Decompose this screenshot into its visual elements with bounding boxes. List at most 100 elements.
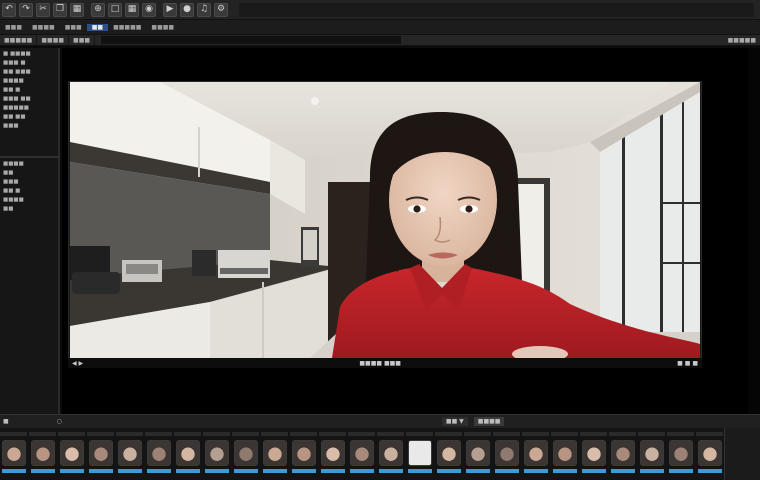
filmstrip-thumb[interactable] bbox=[464, 432, 491, 476]
filmstrip-lock-icon[interactable]: ○ bbox=[57, 418, 62, 425]
panel-row[interactable]: ■■■ bbox=[3, 178, 55, 187]
filmstrip-thumb[interactable] bbox=[232, 432, 259, 476]
thumb-label-bar bbox=[1, 469, 26, 473]
filmstrip-thumb[interactable] bbox=[696, 432, 723, 476]
filmstrip-thumb[interactable] bbox=[0, 432, 27, 476]
filmstrip-side-panel bbox=[724, 428, 760, 480]
panel-row[interactable]: ■■ ■■ bbox=[3, 113, 55, 122]
undo-icon[interactable]: ↶ bbox=[2, 2, 16, 17]
panel-row[interactable]: ■■■■ bbox=[3, 160, 55, 169]
filmstrip-thumb[interactable] bbox=[174, 432, 201, 476]
preview-left-icons[interactable]: ◀ ▶ bbox=[72, 360, 83, 367]
thumb-header bbox=[667, 432, 694, 436]
thumb-header bbox=[348, 432, 375, 436]
grid-icon[interactable]: ▦ bbox=[125, 2, 139, 17]
menu-item-active[interactable]: ■■ bbox=[86, 23, 109, 31]
options-bar: ■■■■■ ■■■■ ■■■ ■■■■■ bbox=[0, 34, 760, 46]
menu-item-edit[interactable]: ■■■■ bbox=[27, 24, 60, 31]
audio-icon[interactable]: ♫ bbox=[197, 2, 211, 17]
thumb-image bbox=[88, 440, 113, 466]
filmstrip-toggle-icon[interactable]: ■ bbox=[3, 418, 9, 425]
filmstrip-thumb[interactable] bbox=[29, 432, 56, 476]
thumb-image bbox=[581, 440, 606, 466]
thumb-label-bar bbox=[436, 469, 461, 473]
thumb-label-bar bbox=[610, 469, 635, 473]
filmstrip-sort-label[interactable]: ■■■■ bbox=[473, 417, 505, 426]
filmstrip-thumb[interactable] bbox=[58, 432, 85, 476]
thumb-image bbox=[378, 440, 403, 466]
thumb-label-bar bbox=[175, 469, 200, 473]
thumb-header bbox=[638, 432, 665, 436]
option-mode[interactable]: ■■■■■ bbox=[0, 35, 38, 45]
filmstrip-thumb[interactable] bbox=[667, 432, 694, 476]
panel-row[interactable]: ■■ bbox=[3, 169, 55, 178]
crop-icon[interactable]: □ bbox=[108, 2, 122, 17]
filmstrip bbox=[0, 428, 724, 480]
paste-icon[interactable]: ▦ bbox=[70, 2, 84, 17]
vertical-scrollbar[interactable] bbox=[748, 48, 760, 414]
thumb-header bbox=[580, 432, 607, 436]
thumb-label-bar bbox=[291, 469, 316, 473]
filmstrip-thumb[interactable] bbox=[203, 432, 230, 476]
redo-icon[interactable]: ↷ bbox=[19, 2, 33, 17]
copy-icon[interactable]: ❐ bbox=[53, 2, 67, 17]
zoom-icon[interactable]: ⊕ bbox=[91, 2, 105, 17]
filmstrip-thumb[interactable] bbox=[261, 432, 288, 476]
thumb-header bbox=[696, 432, 723, 436]
preview-image bbox=[70, 82, 700, 358]
panel-row[interactable]: ■■ bbox=[3, 205, 55, 214]
panel-row[interactable]: ■■■ ■■ bbox=[3, 95, 55, 104]
thumb-image bbox=[320, 440, 345, 466]
filmstrip-thumb[interactable] bbox=[87, 432, 114, 476]
filmstrip-thumb[interactable] bbox=[348, 432, 375, 476]
panel-row[interactable]: ■■ ■■■ bbox=[3, 68, 55, 77]
menu-item-file[interactable]: ■■■ bbox=[0, 24, 27, 31]
option-preset[interactable]: ■■■ bbox=[69, 35, 96, 45]
thumb-image bbox=[1, 440, 26, 466]
filmstrip-thumb-selected[interactable] bbox=[406, 432, 433, 476]
menu-item-view[interactable]: ■■■ bbox=[60, 24, 87, 31]
menu-bar: ■■■ ■■■■ ■■■ ■■ ■■■■■ ■■■■ bbox=[0, 20, 760, 34]
filmstrip-thumb[interactable] bbox=[116, 432, 143, 476]
thumb-header bbox=[319, 432, 346, 436]
filmstrip-thumb[interactable] bbox=[319, 432, 346, 476]
panel-row[interactable]: ■■■■■ bbox=[3, 104, 55, 113]
filmstrip-thumb[interactable] bbox=[522, 432, 549, 476]
panel-row[interactable]: ■ ■■■■ bbox=[3, 50, 55, 59]
panel-row[interactable]: ■■ ■ bbox=[3, 187, 55, 196]
filmstrip-thumb[interactable] bbox=[551, 432, 578, 476]
filmstrip-thumb[interactable] bbox=[493, 432, 520, 476]
option-size[interactable]: ■■■■ bbox=[37, 35, 70, 45]
option-right[interactable]: ■■■■■ bbox=[728, 37, 760, 44]
thumb-image bbox=[117, 440, 142, 466]
filmstrip-thumb[interactable] bbox=[638, 432, 665, 476]
settings-icon[interactable]: ⚙ bbox=[214, 2, 228, 17]
color-icon[interactable]: ◉ bbox=[142, 2, 156, 17]
menu-item-window[interactable]: ■■■■ bbox=[146, 24, 179, 31]
thumb-label-bar bbox=[117, 469, 142, 473]
record-icon[interactable]: ● bbox=[180, 2, 194, 17]
cut-icon[interactable]: ✂ bbox=[36, 2, 50, 17]
filmstrip-thumb[interactable] bbox=[145, 432, 172, 476]
filmstrip-thumb[interactable] bbox=[580, 432, 607, 476]
panel-row[interactable]: ■■ ■ bbox=[3, 86, 55, 95]
filmstrip-thumb[interactable] bbox=[377, 432, 404, 476]
thumb-label-bar bbox=[30, 469, 55, 473]
thumb-header bbox=[0, 432, 27, 436]
panel-row[interactable]: ■■■ ■ bbox=[3, 59, 55, 68]
preview-right-icons[interactable]: ■ ■ ■ bbox=[677, 360, 698, 367]
path-field[interactable] bbox=[101, 36, 402, 44]
filmstrip-thumb[interactable] bbox=[609, 432, 636, 476]
filmstrip-thumb[interactable] bbox=[290, 432, 317, 476]
thumb-image bbox=[204, 440, 229, 466]
toolbar-spacer bbox=[239, 2, 754, 17]
thumb-label-bar bbox=[262, 469, 287, 473]
filmstrip-thumb[interactable] bbox=[435, 432, 462, 476]
thumb-image bbox=[668, 440, 693, 466]
play-icon[interactable]: ▶ bbox=[163, 2, 177, 17]
menu-item-tools[interactable]: ■■■■■ bbox=[108, 24, 146, 31]
panel-row[interactable]: ■■■■ bbox=[3, 77, 55, 86]
filmstrip-page-label[interactable]: ■■ ▼ bbox=[441, 417, 468, 426]
panel-row[interactable]: ■■■ bbox=[3, 122, 55, 131]
panel-row[interactable]: ■■■■ bbox=[3, 196, 55, 205]
